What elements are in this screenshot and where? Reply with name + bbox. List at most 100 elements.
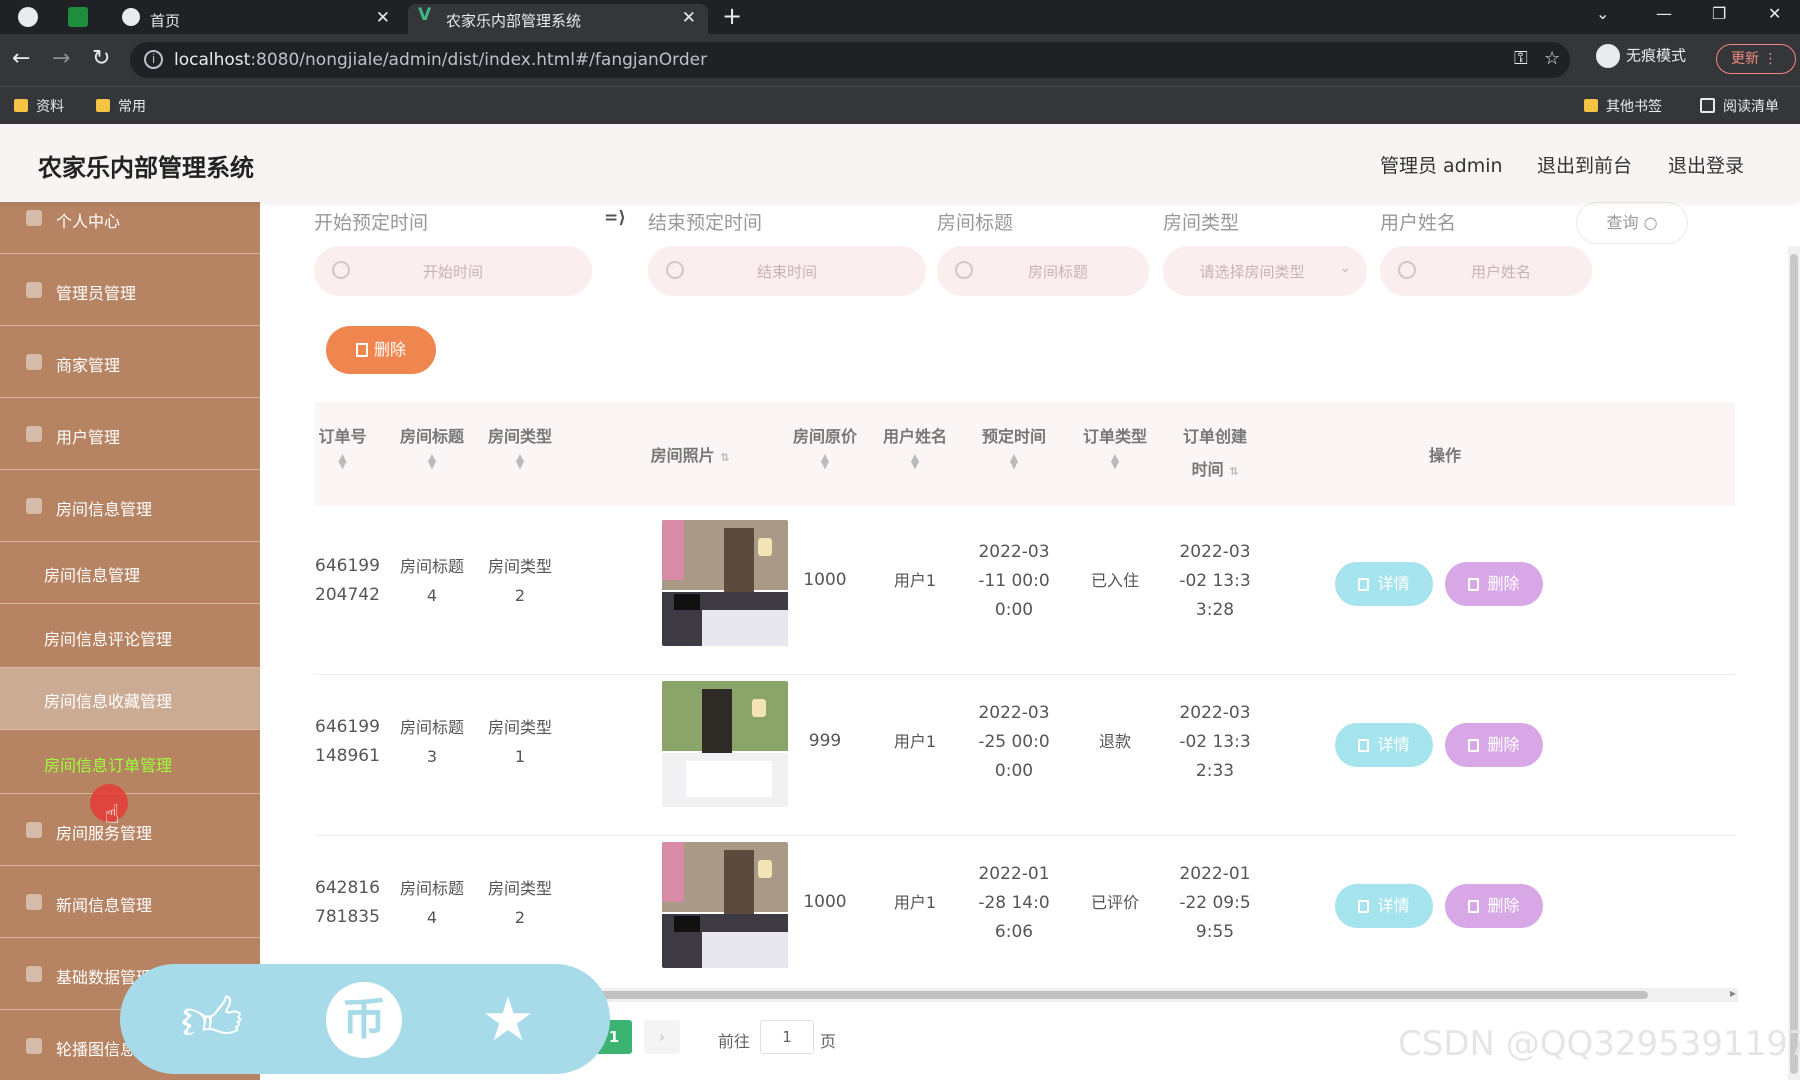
room-title-cell: 房间标题 3 xyxy=(399,718,464,766)
col-room-type[interactable]: 房间类型 ▲ ▼ xyxy=(478,402,562,506)
col-user[interactable]: 用户姓名 ▲ ▼ xyxy=(873,402,957,506)
sidebar-item-users[interactable]: 用户管理 xyxy=(0,398,260,470)
update-button[interactable]: 更新 ⋮ xyxy=(1716,44,1796,74)
sort-icon[interactable]: ⇅ xyxy=(1229,465,1238,478)
new-tab-button[interactable]: + xyxy=(722,2,742,30)
pagination-goto-input[interactable]: 1 xyxy=(760,1020,814,1054)
batch-delete-button[interactable]: 删除 xyxy=(326,326,436,374)
tab-search-icon[interactable]: ⌄ xyxy=(1596,4,1609,23)
sort-icon[interactable]: ▲ ▼ xyxy=(1073,452,1157,470)
trash-icon xyxy=(1468,900,1480,913)
col-actions: 操作 xyxy=(1428,446,1461,465)
col-room-title[interactable]: 房间标题 ▲ ▼ xyxy=(390,402,474,506)
sidebar-group-room-info[interactable]: 房间信息管理 xyxy=(0,470,260,542)
exit-to-front-link[interactable]: 退出到前台 xyxy=(1537,151,1632,178)
coin-icon[interactable]: 币 xyxy=(326,982,402,1058)
bookmark-folder[interactable]: 常用 xyxy=(96,96,146,116)
close-window-icon[interactable]: ✕ xyxy=(1768,4,1781,23)
user-cell: 用户1 xyxy=(893,893,937,912)
room-photo[interactable] xyxy=(662,520,788,646)
col-order-type[interactable]: 订单类型 ▲ ▼ xyxy=(1073,402,1157,506)
sidebar-item-room-favorites[interactable]: 房间信息收藏管理 xyxy=(0,668,260,730)
end-time-input[interactable]: 结束时间 xyxy=(648,246,926,296)
col-book-time[interactable]: 预定时间 ▲ ▼ xyxy=(972,402,1056,506)
browser-tab-home[interactable]: 首页 ✕ xyxy=(112,4,402,34)
col-price[interactable]: 房间原价 ▲ ▼ xyxy=(780,402,870,506)
filter-title-label: 房间标题 xyxy=(937,212,1014,234)
bookmark-folder[interactable]: 资料 xyxy=(14,96,64,116)
spreadsheet-tab-icon[interactable] xyxy=(68,7,88,27)
table-horizontal-scrollbar[interactable]: ▸ xyxy=(598,986,1738,1002)
scrollbar-thumb[interactable] xyxy=(1790,254,1798,1074)
back-icon[interactable]: ← xyxy=(12,46,30,71)
site-info-icon[interactable]: i xyxy=(144,50,163,69)
sidebar-item-admin[interactable]: 管理员管理 xyxy=(0,254,260,326)
star-icon[interactable]: ★ xyxy=(472,986,544,1054)
room-photo[interactable] xyxy=(662,842,788,968)
close-tab-icon[interactable]: ✕ xyxy=(376,8,390,28)
forward-icon[interactable]: → xyxy=(52,46,70,71)
col-order-no[interactable]: 订单号 ▲ ▼ xyxy=(315,402,370,506)
address-bar[interactable]: i localhost:8080/nongjiale/admin/dist/in… xyxy=(130,42,1570,78)
sidebar-item-profile[interactable]: 个人中心 xyxy=(0,202,260,254)
app-title: 农家乐内部管理系统 xyxy=(38,154,254,182)
start-time-input[interactable]: 开始时间 xyxy=(314,246,592,296)
sort-icon[interactable]: ⇅ xyxy=(720,451,729,464)
restore-icon[interactable]: ❐ xyxy=(1712,4,1726,23)
delete-button[interactable]: 删除 xyxy=(1445,562,1543,606)
detail-button[interactable]: 详情 xyxy=(1335,562,1433,606)
close-tab-icon[interactable]: ✕ xyxy=(682,8,696,28)
table-row: 646199 148961 房间标题 3 房间类型 1 999 用户1 2022-03… xyxy=(315,675,1735,836)
sort-icon[interactable]: ▲ ▼ xyxy=(972,452,1056,470)
database-icon xyxy=(26,966,42,982)
sidebar-item-news[interactable]: 新闻信息管理 xyxy=(0,866,260,938)
incognito-indicator[interactable]: 无痕模式 xyxy=(1596,44,1686,68)
other-bookmarks[interactable]: 其他书签 xyxy=(1584,96,1662,116)
incognito-icon xyxy=(1596,44,1620,68)
sort-icon[interactable]: ▲ ▼ xyxy=(873,452,957,470)
col-room-photo[interactable]: 房间照片 ⇅ xyxy=(615,402,765,506)
sidebar-item-room-orders[interactable]: 房间信息订单管理 xyxy=(0,730,260,794)
key-icon[interactable]: ⚿ xyxy=(1514,48,1528,69)
reload-icon[interactable]: ↻ xyxy=(92,46,110,71)
delete-button[interactable]: 删除 xyxy=(1445,723,1543,767)
room-type-select[interactable]: 请选择房间类型 ⌄ xyxy=(1163,246,1367,296)
sort-icon[interactable]: ▲ ▼ xyxy=(478,452,562,470)
thumbs-up-icon[interactable]: 👍︎ xyxy=(176,986,248,1054)
scroll-right-icon[interactable]: ▸ xyxy=(1730,986,1736,1000)
scrollbar-thumb[interactable] xyxy=(598,991,1648,999)
admin-user[interactable]: 管理员 admin xyxy=(1380,151,1503,178)
folder-icon xyxy=(14,99,28,112)
room-photo[interactable] xyxy=(662,681,788,807)
sort-icon[interactable]: ▲ ▼ xyxy=(780,452,870,470)
url-text[interactable]: localhost:8080/nongjiale/admin/dist/inde… xyxy=(174,50,707,70)
user-name-input[interactable]: 用户姓名 xyxy=(1380,246,1592,296)
sidebar-item-room-service[interactable]: 房间服务管理 xyxy=(0,794,260,866)
news-icon xyxy=(26,894,42,910)
range-arrow-icon: =⟩ xyxy=(604,208,627,228)
price-cell: 1000 xyxy=(803,570,847,590)
reading-list[interactable]: 阅读清单 xyxy=(1700,96,1779,116)
sort-icon[interactable]: ▲ ▼ xyxy=(315,452,370,470)
sidebar-item-room-comments[interactable]: 房间信息评论管理 xyxy=(0,604,260,668)
browser-tab-app[interactable]: V 农家乐内部管理系统 ✕ xyxy=(408,4,708,34)
chrome-icon[interactable] xyxy=(18,7,38,27)
detail-button[interactable]: 详情 xyxy=(1335,884,1433,928)
page-vertical-scrollbar[interactable] xyxy=(1788,246,1800,1080)
detail-button[interactable]: 详情 xyxy=(1335,723,1433,767)
delete-button[interactable]: 删除 xyxy=(1445,884,1543,928)
room-type-cell: 房间类型 2 xyxy=(487,879,552,927)
sidebar-item-room-info[interactable]: 房间信息管理 xyxy=(0,542,260,604)
query-button[interactable]: 查询 ○ xyxy=(1576,202,1688,244)
sidebar-item-merchant[interactable]: 商家管理 xyxy=(0,326,260,398)
col-created-time[interactable]: 订单创建 时间 ⇅ xyxy=(1173,402,1257,506)
shop-icon xyxy=(26,354,42,370)
room-title-input[interactable]: 房间标题 xyxy=(937,246,1149,296)
logout-link[interactable]: 退出登录 xyxy=(1668,151,1744,178)
minimize-icon[interactable]: — xyxy=(1656,4,1672,23)
bookmark-star-icon[interactable]: ☆ xyxy=(1544,48,1560,69)
pagination-next-button[interactable]: › xyxy=(644,1020,680,1054)
sort-icon[interactable]: ▲ ▼ xyxy=(390,452,474,470)
filter-user-label: 用户姓名 xyxy=(1380,212,1457,234)
chevron-down-icon: ⌄ xyxy=(1339,260,1351,276)
